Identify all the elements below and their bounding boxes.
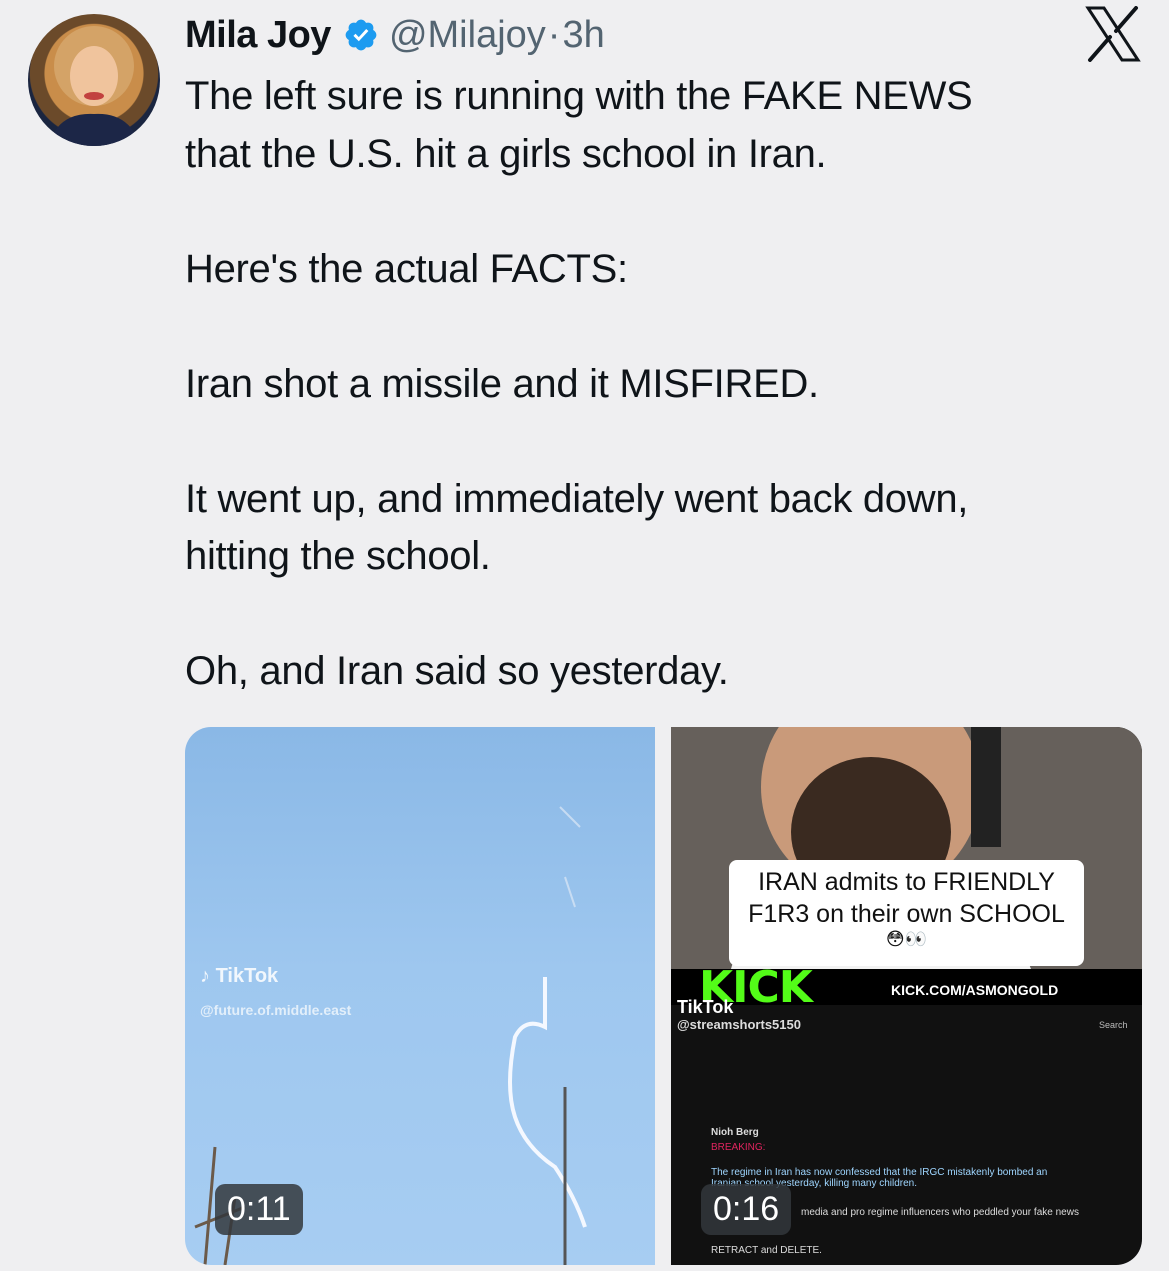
tiktok-handle: @streamshorts5150 [677, 1017, 801, 1032]
author-name[interactable]: Mila Joy [185, 14, 331, 57]
video-thumbnail-2[interactable]: IRAN admits to FRIENDLY F1R3 on their ow… [671, 727, 1142, 1265]
video-duration: 0:16 [701, 1184, 792, 1235]
kick-url: KICK.COM/ASMONGOLD [891, 982, 1059, 998]
video-thumbnail-1[interactable]: ♪ TikTok @future.of.middle.east 0:11 [185, 727, 655, 1265]
embedded-post-author: Nioh Berg [711, 1127, 759, 1138]
verified-badge-icon [343, 17, 379, 53]
author-handle[interactable]: @Milajoy [389, 14, 546, 57]
tiktok-handle: @future.of.middle.east [200, 1002, 352, 1018]
separator-dot: · [547, 13, 561, 56]
x-logo-icon [1084, 6, 1142, 62]
embedded-post-tag: BREAKING: [711, 1142, 766, 1153]
tweet-header: Mila Joy @Milajoy · 3h [185, 10, 605, 60]
tweet-text: The left sure is running with the FAKE N… [185, 74, 973, 693]
emoji: 😳👀 [885, 929, 928, 949]
post-time[interactable]: 3h [562, 14, 604, 57]
avatar[interactable] [28, 14, 160, 146]
video-caption: IRAN admits to FRIENDLY F1R3 on their ow… [729, 860, 1084, 966]
embedded-search-label: Search [1099, 1020, 1128, 1030]
tiktok-watermark: ♪ TikTok [200, 965, 279, 987]
tiktok-icon: ♪ [200, 965, 216, 987]
embedded-post-text-3: RETRACT and DELETE. [711, 1245, 822, 1256]
video-duration: 0:11 [215, 1184, 303, 1235]
avatar-photo [48, 26, 140, 146]
tiktok-watermark: TikTok [677, 997, 734, 1017]
embedded-post-text-2: media and pro regime influencers who ped… [801, 1207, 1079, 1218]
